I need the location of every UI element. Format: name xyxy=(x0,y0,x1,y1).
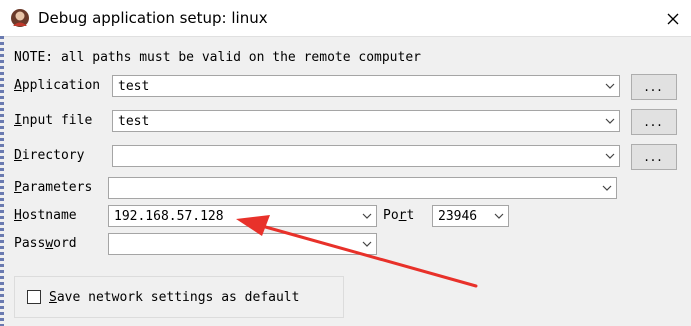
annotation-arrow xyxy=(236,215,478,288)
